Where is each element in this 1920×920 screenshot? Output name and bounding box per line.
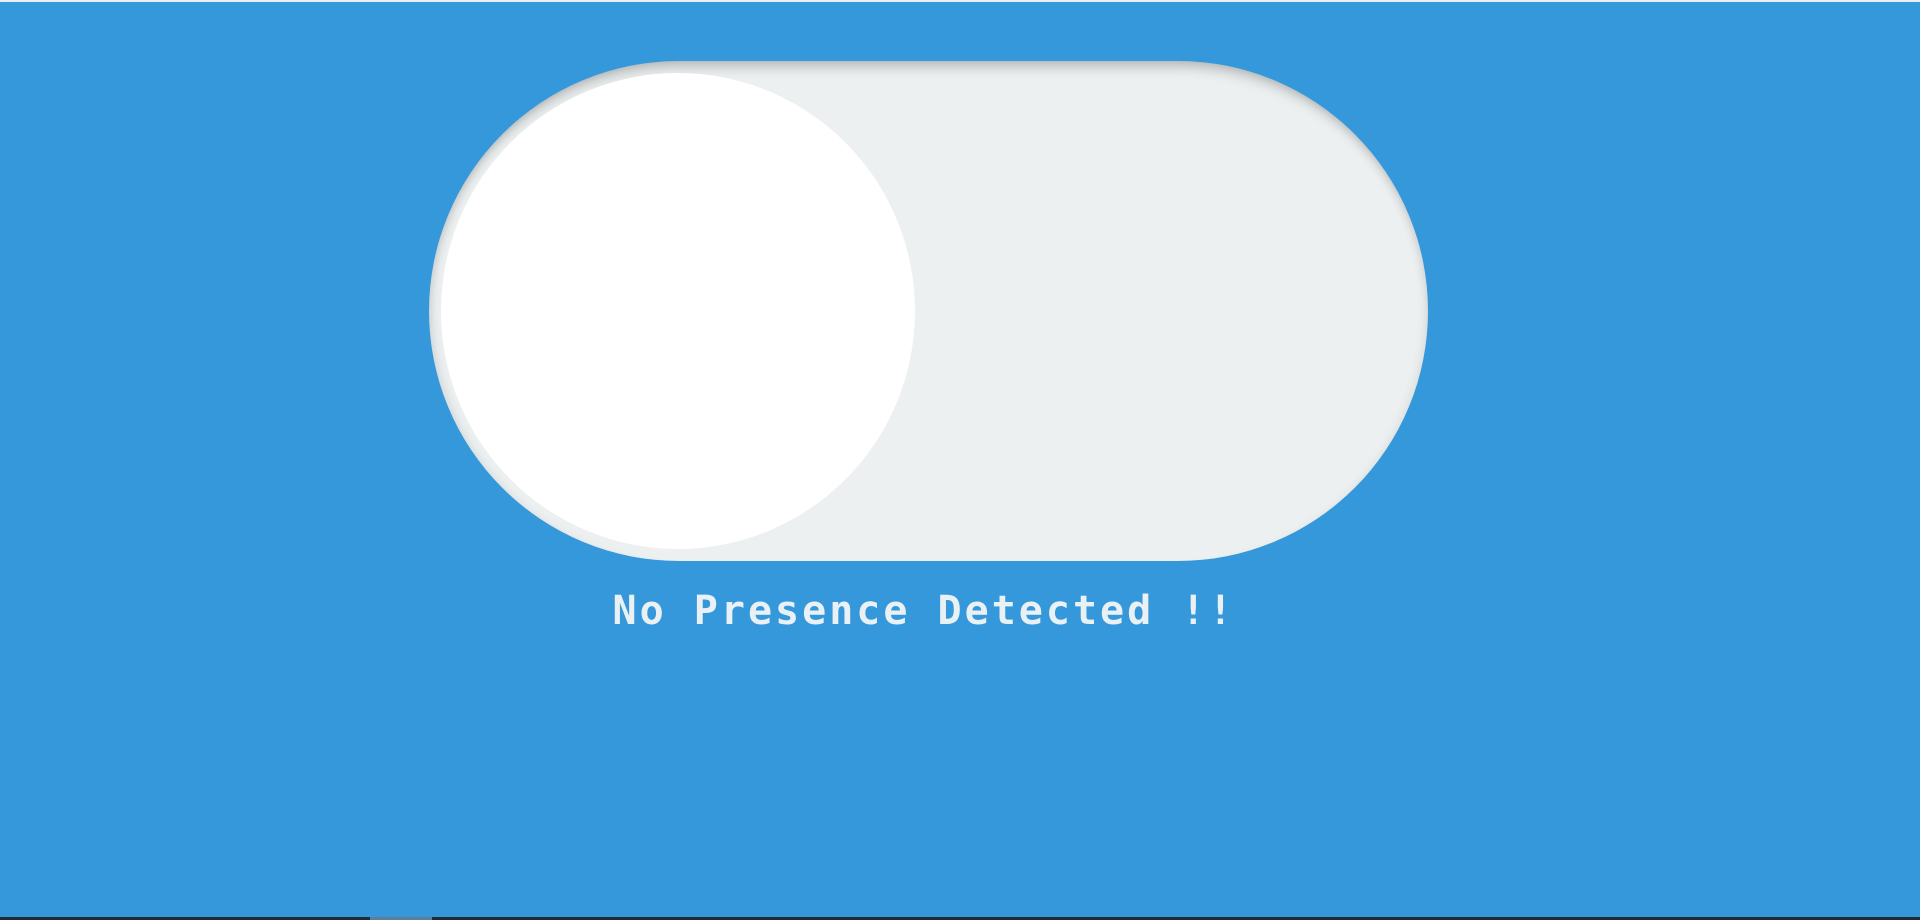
top-border bbox=[0, 0, 1920, 2]
presence-status-label: No Presence Detected !! bbox=[612, 588, 1236, 634]
app-page: No Presence Detected !! bbox=[0, 0, 1920, 920]
toggle-knob[interactable] bbox=[441, 73, 915, 549]
presence-toggle-switch[interactable] bbox=[429, 61, 1428, 561]
